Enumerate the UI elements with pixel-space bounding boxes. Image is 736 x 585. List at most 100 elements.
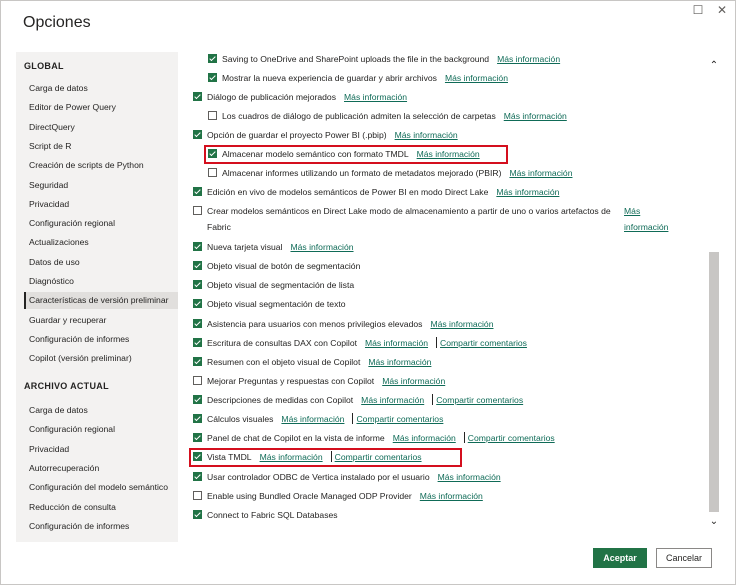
feature-row: Enable using Bundled Oracle Managed ODP …	[193, 489, 483, 504]
more-info-link[interactable]: Más información	[393, 433, 456, 443]
sidebar-item[interactable]: Reducción de consulta	[24, 499, 178, 516]
feature-checkbox[interactable]	[193, 280, 202, 289]
sidebar-item[interactable]: Script de R	[24, 138, 178, 155]
sidebar-item[interactable]: DirectQuery	[24, 119, 178, 136]
highlight-box	[189, 448, 462, 467]
feature-label: Mejorar Preguntas y respuestas con Copil…	[207, 376, 375, 386]
sidebar-item[interactable]: Configuración regional	[24, 421, 178, 438]
feature-checkbox[interactable]	[193, 357, 202, 366]
more-info-link[interactable]: Más información	[290, 242, 353, 252]
feature-checkbox[interactable]	[193, 510, 202, 519]
link-separator	[463, 432, 465, 443]
feature-checkbox[interactable]	[208, 54, 217, 63]
scrollbar-thumb[interactable]	[709, 252, 719, 512]
more-info-link[interactable]: Más	[624, 204, 640, 219]
feature-label: Asistencia para usuarios con menos privi…	[207, 319, 423, 329]
feature-label: Opción de guardar el proyecto Power BI (…	[207, 130, 387, 140]
more-info-link[interactable]: Más información	[497, 54, 560, 64]
feature-checkbox[interactable]	[193, 414, 202, 423]
sidebar-item[interactable]: Autorrecuperación	[24, 460, 178, 477]
sidebar-item[interactable]: Características de versión preliminar	[24, 292, 178, 310]
feature-checkbox[interactable]	[193, 491, 202, 500]
feature-checkbox[interactable]	[193, 261, 202, 270]
feature-label-continued: Fabric	[207, 222, 231, 232]
more-info-link[interactable]: Más información	[438, 472, 501, 482]
sidebar-item[interactable]: Datos de uso	[24, 254, 178, 271]
share-feedback-link[interactable]: Compartir comentarios	[356, 414, 443, 424]
sidebar-item[interactable]: Carga de datos	[24, 402, 178, 419]
current-file-section-header: ARCHIVO ACTUAL	[24, 381, 109, 391]
feature-row: Los cuadros de diálogo de publicación ad…	[208, 109, 567, 124]
feature-checkbox[interactable]	[193, 433, 202, 442]
feature-row: Asistencia para usuarios con menos privi…	[193, 317, 493, 332]
feature-row: Resumen con el objeto visual de Copilot M…	[193, 355, 431, 370]
sidebar-item[interactable]: Privacidad	[24, 441, 178, 458]
sidebar-item[interactable]: Configuración de informes	[24, 518, 178, 535]
feature-checkbox[interactable]	[208, 73, 217, 82]
share-feedback-link[interactable]: Compartir comentarios	[468, 433, 555, 443]
feature-checkbox[interactable]	[208, 168, 217, 177]
more-info-link[interactable]: Más información	[368, 357, 431, 367]
share-feedback-link[interactable]: Compartir comentarios	[440, 338, 527, 348]
more-info-link[interactable]: Más información	[395, 130, 458, 140]
feature-checkbox[interactable]	[193, 376, 202, 385]
more-info-link[interactable]: Más información	[344, 92, 407, 102]
more-info-link[interactable]: Más información	[496, 187, 559, 197]
feature-checkbox[interactable]	[193, 338, 202, 347]
sidebar-item[interactable]: Editor de Power Query	[24, 99, 178, 116]
feature-label: Mostrar la nueva experiencia de guardar …	[222, 73, 437, 83]
more-info-link[interactable]: Más información	[509, 168, 572, 178]
more-info-link[interactable]: información	[624, 220, 668, 235]
feature-row: Diálogo de publicación mejorados Más info…	[193, 90, 407, 105]
feature-row: Usar controlador ODBC de Vertica instala…	[193, 470, 501, 485]
feature-label: Saving to OneDrive and SharePoint upload…	[222, 54, 490, 64]
sidebar-item[interactable]: Privacidad	[24, 196, 178, 213]
sidebar-item[interactable]: Configuración del modelo semántico	[24, 479, 178, 496]
feature-label: Diálogo de publicación mejorados	[207, 92, 336, 102]
sidebar-item[interactable]: Diagnóstico	[24, 273, 178, 290]
more-info-link[interactable]: Más información	[281, 414, 344, 424]
sidebar-item[interactable]: Guardar y recuperar	[24, 312, 178, 329]
more-info-link[interactable]: Más información	[445, 73, 508, 83]
feature-checkbox[interactable]	[193, 472, 202, 481]
share-feedback-link[interactable]: Compartir comentarios	[436, 395, 523, 405]
feature-checkbox[interactable]	[193, 187, 202, 196]
sidebar-item[interactable]: Carga de datos	[24, 80, 178, 97]
scroll-down-icon[interactable]: ⌄	[708, 516, 720, 528]
more-info-link[interactable]: Más información	[365, 338, 428, 348]
more-info-link[interactable]: Más información	[430, 319, 493, 329]
global-section-header: GLOBAL	[24, 61, 64, 71]
more-info-link[interactable]: Más información	[361, 395, 424, 405]
vertical-scrollbar[interactable]: ⌃ ⌄	[708, 52, 720, 542]
close-icon[interactable]: ✕	[715, 3, 729, 17]
feature-checkbox[interactable]	[193, 242, 202, 251]
sidebar-item[interactable]: Configuración regional	[24, 215, 178, 232]
feature-checkbox[interactable]	[208, 111, 217, 120]
accept-button[interactable]: Aceptar	[593, 548, 647, 568]
feature-label: Crear modelos semánticos en Direct Lake …	[207, 206, 611, 216]
sidebar-item[interactable]: Seguridad	[24, 177, 178, 194]
more-info-link[interactable]: Más información	[382, 376, 445, 386]
sidebar-item[interactable]: Actualizaciones	[24, 234, 178, 251]
feature-checkbox[interactable]	[193, 319, 202, 328]
feature-label: Usar controlador ODBC de Vertica instala…	[207, 472, 430, 482]
feature-row: Descripciones de medidas con Copilot Más …	[193, 393, 523, 408]
feature-label: Panel de chat de Copilot en la vista de …	[207, 433, 385, 443]
feature-row: Panel de chat de Copilot en la vista de …	[193, 431, 555, 446]
dialog-title: Opciones	[23, 14, 91, 31]
more-info-link[interactable]: Más información	[420, 491, 483, 501]
cancel-button[interactable]: Cancelar	[656, 548, 712, 568]
sidebar-item[interactable]: Configuración de informes	[24, 331, 178, 348]
link-separator	[352, 413, 354, 424]
sidebar-item[interactable]: Copilot (versión preliminar)	[24, 350, 178, 367]
feature-checkbox[interactable]	[193, 299, 202, 308]
feature-checkbox[interactable]	[193, 92, 202, 101]
feature-checkbox[interactable]	[193, 206, 202, 215]
sidebar-item[interactable]: Creación de scripts de Python	[24, 157, 178, 174]
restore-icon[interactable]: ☐	[691, 3, 705, 17]
feature-checkbox[interactable]	[193, 130, 202, 139]
feature-checkbox[interactable]	[193, 395, 202, 404]
feature-label: Cálculos visuales	[207, 414, 274, 424]
scroll-up-icon[interactable]: ⌃	[708, 60, 720, 72]
more-info-link[interactable]: Más información	[504, 111, 567, 121]
